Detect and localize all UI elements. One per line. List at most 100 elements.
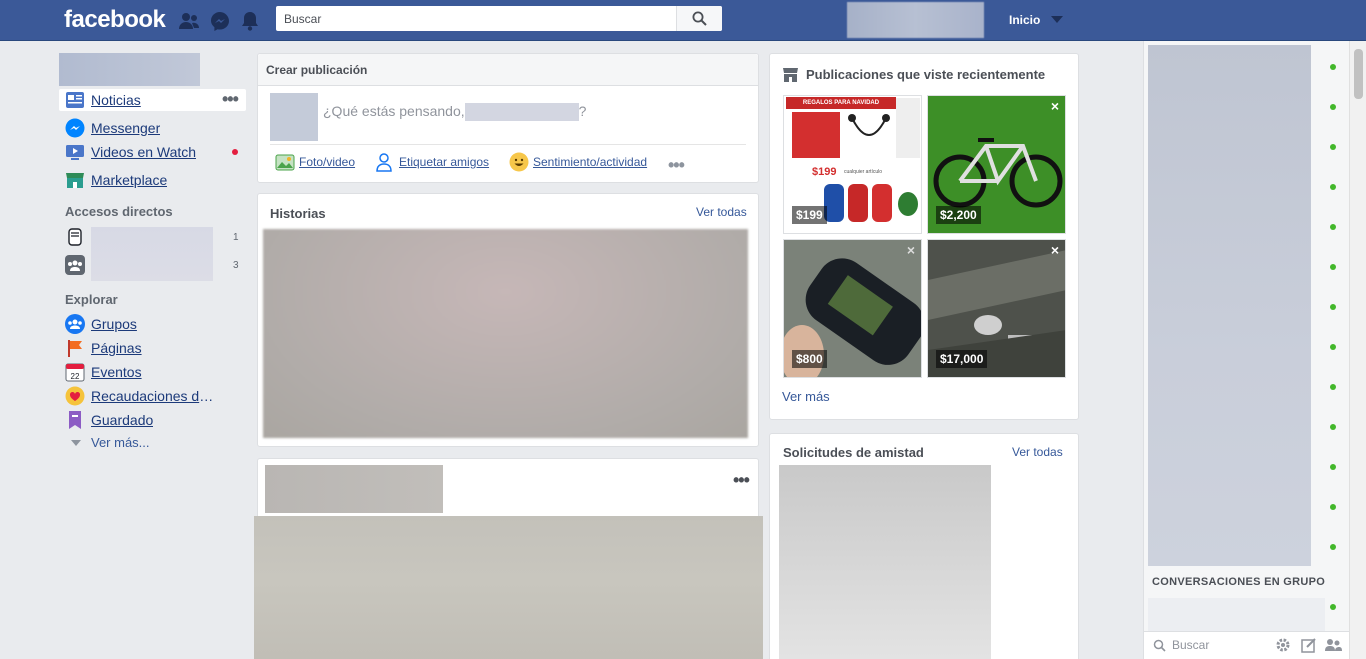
sidebar-item-label[interactable]: Videos en Watch — [91, 144, 196, 160]
speaker-blue-image — [824, 184, 844, 222]
new-group-icon[interactable] — [1325, 637, 1342, 653]
page-scrollbar[interactable] — [1349, 41, 1366, 659]
chat-search-bar[interactable]: Buscar — [1144, 631, 1350, 659]
friend-requests-icon[interactable] — [178, 10, 200, 32]
profile-link-blurred[interactable] — [847, 2, 984, 38]
sidebar-item-messenger[interactable]: Messenger — [65, 117, 245, 139]
search-icon — [692, 11, 707, 26]
online-status-dot — [1330, 424, 1336, 430]
listing-product-image — [792, 112, 840, 158]
search-input[interactable] — [276, 6, 676, 31]
feeling-activity-label[interactable]: Sentimiento/actividad — [533, 155, 647, 169]
friend-requests-card: Solicitudes de amistad Ver todas — [769, 433, 1079, 659]
sidebar-item-paginas[interactable]: Páginas — [65, 337, 245, 359]
sidebar-item-eventos[interactable]: 22 Eventos — [65, 361, 245, 383]
listing-tile[interactable]: REGALOS PARA NAVIDAD $199 cualquier artí… — [783, 95, 922, 234]
online-status-dot — [1330, 64, 1336, 70]
new-message-icon[interactable] — [1301, 637, 1317, 653]
sidebar-item-label[interactable]: Recaudaciones de ... — [91, 388, 215, 404]
sidebar-item-label[interactable]: Marketplace — [91, 172, 167, 188]
fist-group-icon[interactable] — [65, 227, 85, 247]
tag-friends-label[interactable]: Etiquetar amigos — [399, 155, 489, 169]
sidebar-item-grupos[interactable]: Grupos — [65, 313, 245, 335]
story-preview-blurred[interactable] — [263, 229, 748, 438]
listing-tile[interactable]: × $2,200 — [927, 95, 1066, 234]
listing-price: $17,000 — [936, 350, 988, 368]
friend-requests-title: Solicitudes de amistad — [783, 445, 924, 460]
more-options-icon[interactable]: ••• — [222, 90, 239, 108]
friend-requests-see-all-link[interactable]: Ver todas — [1012, 445, 1063, 459]
gear-icon[interactable] — [1275, 637, 1291, 653]
close-icon[interactable]: × — [1051, 242, 1059, 258]
contacts-list-blurred[interactable] — [1148, 45, 1311, 566]
tag-friends-icon — [376, 153, 392, 172]
sidebar-item-label[interactable]: Guardado — [91, 412, 153, 428]
more-options-icon[interactable]: ••• — [668, 156, 685, 174]
sidebar-item-recaudaciones[interactable]: Recaudaciones de ... — [65, 385, 245, 407]
shortcuts-heading: Accesos directos — [65, 204, 173, 219]
sidebar-item-marketplace[interactable]: Marketplace — [65, 169, 245, 191]
messenger-icon — [65, 118, 85, 138]
sidebar-item-label[interactable]: Páginas — [91, 340, 142, 356]
listing-banner: REGALOS PARA NAVIDAD — [786, 97, 896, 109]
messenger-icon[interactable] — [209, 10, 231, 32]
search-button[interactable] — [676, 6, 722, 31]
sidebar-item-guardado[interactable]: Guardado — [65, 409, 245, 431]
sidebar-item-label[interactable]: Messenger — [91, 120, 160, 136]
sidebar-item-noticias[interactable]: Noticias ••• — [59, 89, 246, 111]
tag-friends-button[interactable]: Etiquetar amigos — [375, 152, 489, 172]
whats-on-your-mind-input[interactable]: ¿Qué estás pensando,? — [323, 103, 586, 122]
create-post-card: Crear publicación ¿Qué estás pensando,? … — [257, 53, 759, 183]
groups-icon — [65, 314, 85, 334]
marketplace-store-icon — [783, 68, 798, 82]
listing-tile[interactable]: × $800 — [783, 239, 922, 378]
group-conversation-blurred[interactable] — [1148, 598, 1325, 634]
facebook-logo[interactable]: facebook — [64, 6, 166, 34]
stories-card: Historias Ver todas — [257, 193, 759, 447]
watch-video-icon — [66, 145, 84, 160]
speaker-green-image — [898, 192, 918, 216]
user-name-blurred — [464, 103, 579, 122]
events-calendar-icon: 22 — [65, 363, 85, 382]
home-link[interactable]: Inicio — [1009, 13, 1040, 27]
search-icon — [1153, 639, 1166, 652]
create-post-title: Crear publicación — [258, 54, 758, 86]
online-status-dot — [1330, 464, 1336, 470]
group-icon[interactable] — [65, 255, 85, 275]
friend-request-blurred[interactable] — [779, 465, 991, 659]
close-icon[interactable]: × — [1051, 98, 1059, 114]
profile-shortcut-blurred[interactable] — [59, 53, 200, 86]
stories-see-all-link[interactable]: Ver todas — [696, 205, 747, 219]
feed-post: ••• — [254, 458, 763, 659]
saved-bookmark-icon — [69, 411, 81, 429]
close-icon[interactable]: × — [907, 242, 915, 258]
news-feed-icon — [66, 92, 84, 108]
notification-dot — [232, 149, 238, 155]
online-status-dot — [1330, 604, 1336, 610]
listing-price: $800 — [792, 350, 827, 368]
see-more-link[interactable]: Ver más... — [71, 435, 150, 450]
post-author-blurred[interactable] — [265, 465, 443, 513]
recently-viewed-title: Publicaciones que viste recientemente — [806, 67, 1046, 82]
sidebar-item-label[interactable]: Eventos — [91, 364, 142, 380]
notifications-bell-icon[interactable] — [239, 10, 261, 32]
online-status-dot — [1330, 104, 1336, 110]
post-image-blurred[interactable] — [254, 516, 763, 659]
recent-see-more-link[interactable]: Ver más — [782, 389, 830, 404]
listing-tile[interactable]: × $17,000 — [927, 239, 1066, 378]
chat-search-label: Buscar — [1172, 638, 1210, 652]
recently-viewed-card: Publicaciones que viste recientemente RE… — [769, 53, 1079, 420]
photo-video-button[interactable]: Foto/video — [275, 152, 355, 172]
prompt-prefix: ¿Qué estás pensando, — [323, 103, 465, 119]
account-menu-caret-icon[interactable] — [1051, 16, 1063, 23]
sidebar-item-label[interactable]: Grupos — [91, 316, 137, 332]
post-options-icon[interactable]: ••• — [733, 471, 750, 489]
sidebar-item-watch[interactable]: Videos en Watch — [65, 141, 245, 163]
shortcuts-blurred[interactable] — [91, 227, 213, 281]
scrollbar-thumb[interactable] — [1354, 49, 1363, 99]
chevron-down-icon — [71, 439, 81, 446]
photo-video-label[interactable]: Foto/video — [299, 155, 355, 169]
feeling-activity-button[interactable]: Sentimiento/actividad — [509, 152, 647, 172]
online-status-dot — [1330, 144, 1336, 150]
sidebar-item-label[interactable]: Noticias — [91, 92, 141, 108]
